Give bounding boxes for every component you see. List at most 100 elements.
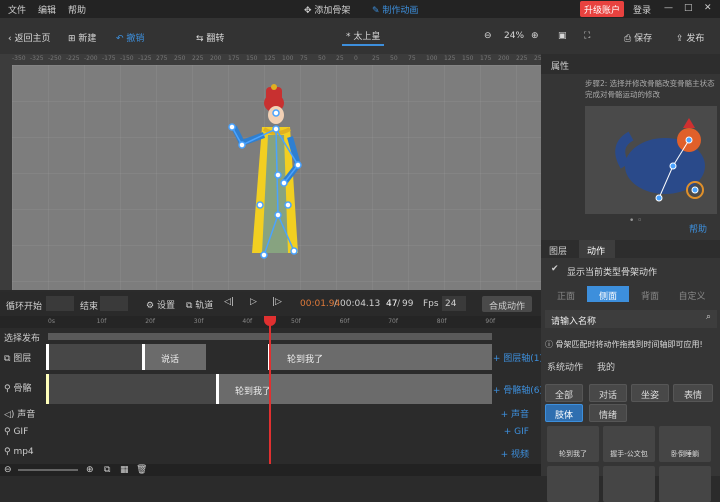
- add-gif-button[interactable]: + GIF: [504, 427, 529, 437]
- add-layer-track-button[interactable]: + 图层轴(1): [493, 351, 543, 364]
- save-button[interactable]: ⎙ 保存: [624, 31, 652, 44]
- ruler-tick-label: 75: [300, 55, 308, 62]
- menu-file[interactable]: 文件: [8, 3, 26, 16]
- show-matching-checkbox[interactable]: ✔: [551, 264, 559, 274]
- canvas-stage[interactable]: [12, 65, 541, 290]
- fit-icon[interactable]: ▣: [558, 31, 567, 41]
- filter-expression[interactable]: 表情: [673, 384, 713, 402]
- layer-clip[interactable]: 说话: [142, 344, 206, 370]
- fps-input[interactable]: 24: [442, 296, 466, 311]
- view-custom[interactable]: 自定义: [671, 286, 713, 302]
- show-matching-label: 显示当前类型骨架动作: [567, 268, 658, 278]
- publish-button[interactable]: ⇪ 发布: [676, 31, 704, 44]
- menu-help[interactable]: 帮助: [68, 3, 86, 16]
- hint-image: [585, 106, 717, 214]
- time-separator: /: [334, 299, 338, 309]
- help-link[interactable]: 帮助: [689, 222, 707, 235]
- sound-row-label: ◁) 声音: [4, 410, 36, 420]
- undo-button[interactable]: ↶ 撤销: [116, 31, 144, 44]
- playhead[interactable]: [269, 316, 271, 464]
- filter-sitting[interactable]: 坐姿: [631, 384, 669, 402]
- action-card[interactable]: [547, 466, 599, 502]
- action-card[interactable]: 轮到我了: [547, 426, 599, 462]
- previous-frame-icon[interactable]: ◁|: [224, 297, 234, 307]
- tab-add-bone[interactable]: ✥ 添加骨架: [304, 3, 350, 16]
- row-label: 选择发布: [4, 334, 41, 344]
- grid-icon[interactable]: ▦: [120, 465, 129, 475]
- next-frame-icon[interactable]: |▷: [272, 297, 282, 307]
- ruler-tick-label: -225: [66, 55, 80, 62]
- action-card[interactable]: [659, 466, 711, 502]
- filter-all[interactable]: 全部: [545, 384, 583, 402]
- action-card[interactable]: [603, 466, 655, 502]
- search-input[interactable]: 请输入名称: [551, 314, 596, 327]
- settings-button[interactable]: ⚙ 设置: [146, 298, 175, 311]
- filter-limbs[interactable]: 肢体: [545, 404, 583, 422]
- action-card-label: 卧倒睡躺: [671, 450, 699, 458]
- subtab-system-actions[interactable]: 系统动作: [547, 360, 583, 373]
- playback-controls: 循环开始 结束 ⚙ 设置 ⧉ 轨道 ◁| ▷ |▷ 00:01.94 / 00:…: [0, 292, 541, 316]
- layer-clip-empty[interactable]: [46, 344, 142, 370]
- add-video-button[interactable]: + 视频: [501, 447, 529, 460]
- filter-emotion[interactable]: 情绪: [589, 404, 627, 422]
- tab-action[interactable]: 动作: [579, 240, 615, 258]
- flip-button[interactable]: ⇆ 翻转: [196, 31, 224, 44]
- minimize-icon[interactable]: —: [664, 3, 673, 13]
- filter-dialogue[interactable]: 对话: [589, 384, 627, 402]
- layer-clip[interactable]: 轮到我了: [268, 344, 492, 370]
- animation-icon: ✎: [372, 6, 383, 16]
- search-field[interactable]: 请输入名称 ⌕: [545, 310, 717, 328]
- play-icon[interactable]: ▷: [250, 297, 257, 307]
- maximize-icon[interactable]: □: [684, 3, 693, 13]
- copy-icon[interactable]: ⧉: [104, 465, 110, 475]
- track-button[interactable]: ⧉ 轨道: [186, 298, 213, 311]
- ruler-tick-label: 175: [228, 55, 240, 62]
- back-home-button[interactable]: ‹ 返回主页: [8, 31, 50, 44]
- ruler-tick-label: -200: [84, 55, 98, 62]
- panel-tabs: 图层 动作: [541, 240, 720, 258]
- loop-end-input[interactable]: [100, 296, 128, 311]
- carousel-dots[interactable]: • ◦: [629, 216, 642, 226]
- action-card[interactable]: 握手-公文包: [603, 426, 655, 462]
- view-back[interactable]: 背面: [629, 286, 671, 302]
- notice-text: ⓘ 骨架匹配时将动作拖拽到时间轴即可应用!: [545, 340, 703, 349]
- total-time: 00:04.13: [340, 299, 381, 309]
- zoom-in-icon[interactable]: ⊕: [531, 31, 539, 41]
- tab-make-animation[interactable]: ✎ 制作动画: [372, 3, 418, 16]
- login-link[interactable]: 登录: [633, 3, 651, 16]
- zoom-out-icon[interactable]: ⊖: [484, 31, 492, 41]
- bone-clip[interactable]: 轮到我了: [216, 374, 492, 404]
- zoom-in-icon[interactable]: ⊕: [86, 465, 94, 475]
- view-front[interactable]: 正面: [545, 286, 587, 302]
- ruler-tick-label: -125: [138, 55, 152, 62]
- ruler-tick-label: 50: [318, 55, 326, 62]
- delete-icon[interactable]: 🗑: [136, 465, 147, 475]
- ruler-tick-label: 25: [336, 55, 344, 62]
- subtab-mine[interactable]: 我的: [597, 360, 615, 373]
- view-side[interactable]: 侧面: [587, 286, 629, 302]
- menu-edit[interactable]: 编辑: [38, 3, 56, 16]
- compose-action-button[interactable]: 合成动作: [482, 296, 532, 312]
- add-sound-button[interactable]: + 声音: [501, 407, 529, 420]
- document-tab[interactable]: * 太上皇: [342, 29, 385, 46]
- loop-start-input[interactable]: [46, 296, 74, 311]
- add-bone-track-button[interactable]: + 骨骼轴(6): [493, 383, 543, 396]
- timeline-tick-label: 30f: [193, 318, 204, 325]
- timeline-zoom-slider[interactable]: [18, 469, 78, 471]
- character-figure[interactable]: [12, 65, 541, 290]
- toolbar: ‹ 返回主页 ⊞ 新建 ↶ 撤销 ⇆ 翻转 * 太上皇 ⊖ 24% ⊕ ▣ ⛶ …: [0, 18, 720, 54]
- action-card[interactable]: 卧倒睡躺: [659, 426, 711, 462]
- ruler-tick-label: 250: [174, 55, 186, 62]
- search-icon[interactable]: ⌕: [706, 312, 711, 322]
- new-button[interactable]: ⊞ 新建: [68, 31, 96, 44]
- close-icon[interactable]: ✕: [704, 3, 712, 13]
- upgrade-account-button[interactable]: 升级账户: [580, 1, 624, 17]
- vertical-ruler: [0, 54, 12, 290]
- bone-clip-empty[interactable]: [46, 374, 216, 404]
- timeline: 0s 10f 20f 30f 40f 50f 60f 70f 80f 90f 选择发布 ⧉ 图层 …: [0, 316, 543, 476]
- ruler-tick-label: 250: [534, 55, 541, 62]
- tab-layer[interactable]: 图层: [549, 244, 567, 257]
- ruler-tick-label: -325: [30, 55, 44, 62]
- fullscreen-icon[interactable]: ⛶: [584, 31, 590, 41]
- zoom-out-icon[interactable]: ⊖: [4, 465, 12, 475]
